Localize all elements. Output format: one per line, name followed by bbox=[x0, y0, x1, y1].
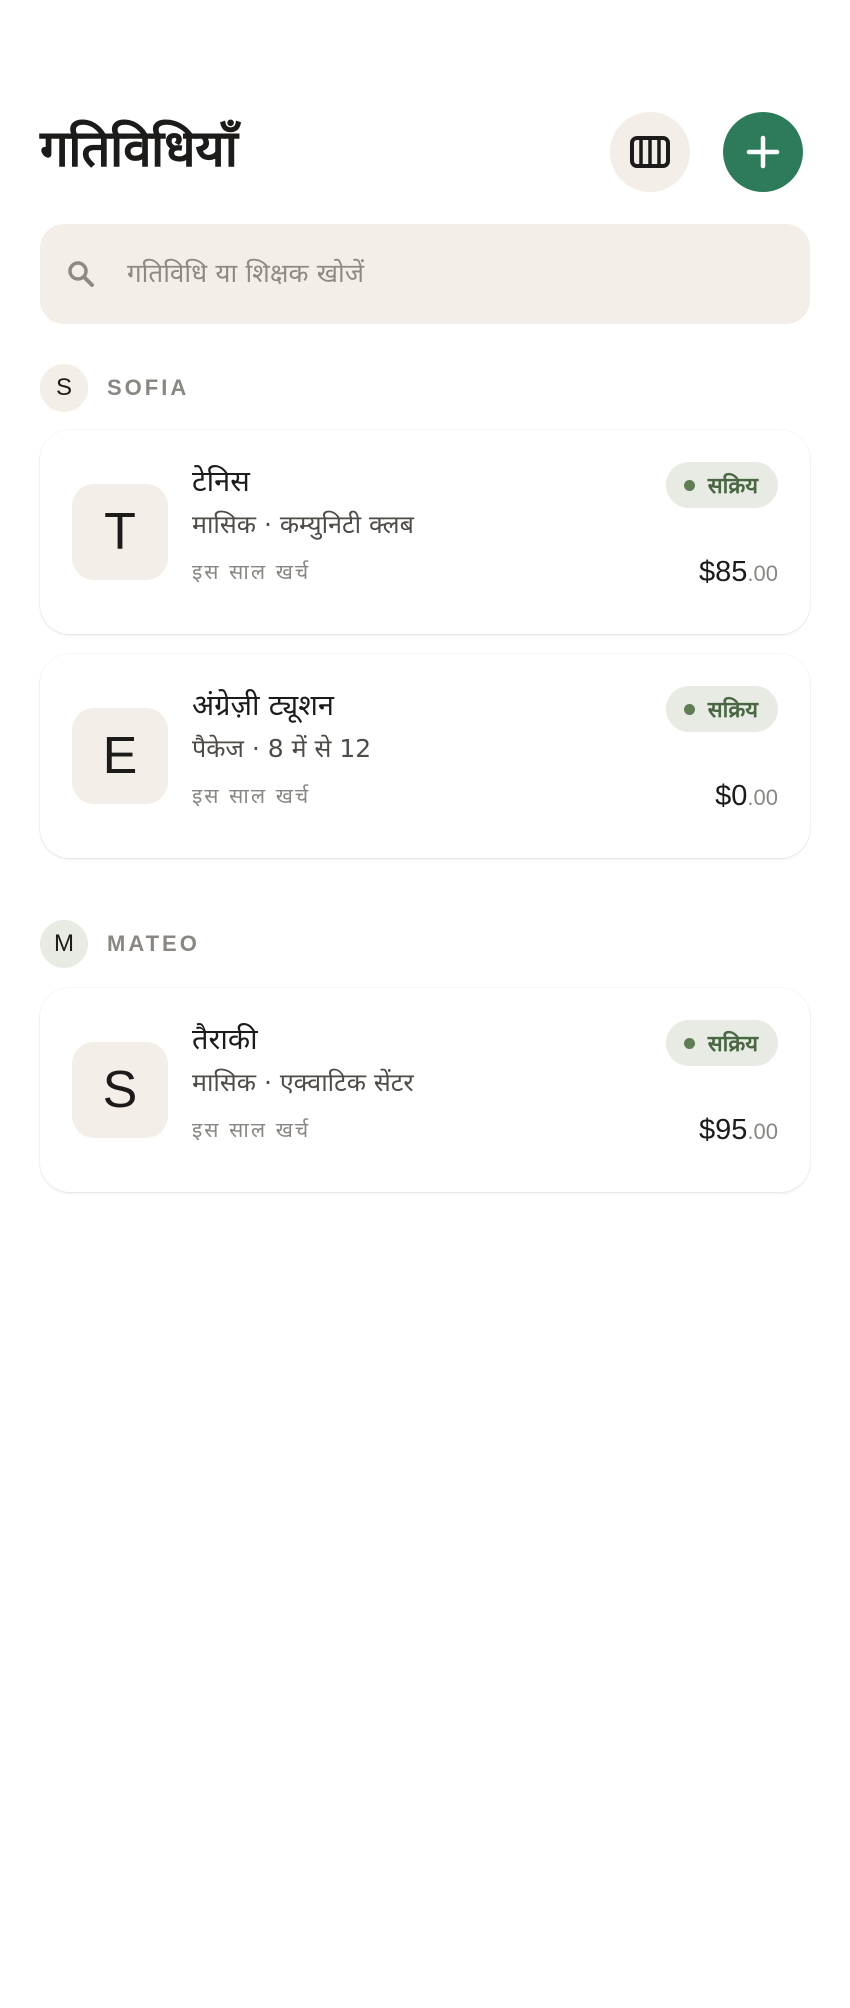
spent-this-year-label: इस साल खर्च bbox=[192, 560, 311, 584]
search-input[interactable] bbox=[113, 224, 807, 324]
amount-cents: .00 bbox=[747, 1119, 778, 1144]
avatar: M bbox=[40, 920, 88, 968]
status-dot-icon bbox=[683, 703, 695, 715]
activity-initial-tile: E bbox=[72, 708, 168, 804]
activity-initial-tile: S bbox=[72, 1042, 168, 1138]
activity-initial-tile: T bbox=[72, 484, 168, 580]
amount-spent: $0.00 bbox=[715, 780, 778, 813]
person-name: MATEO bbox=[107, 931, 200, 956]
search-bar bbox=[40, 224, 810, 324]
activity-subtitle: मासिक · एक्वाटिक सेंटर bbox=[192, 1068, 414, 1097]
grid-columns-icon bbox=[630, 136, 670, 168]
spent-this-year-label: इस साल खर्च bbox=[192, 1118, 311, 1142]
person-header-sofia: S SOFIA bbox=[40, 364, 189, 412]
activity-card-swimming[interactable]: S तैराकी मासिक · एक्वाटिक सेंटर इस साल ख… bbox=[40, 988, 810, 1192]
activity-title: टेनिस bbox=[192, 464, 250, 498]
status-badge[interactable]: सक्रिय bbox=[665, 1020, 778, 1066]
status-badge[interactable]: सक्रिय bbox=[665, 462, 778, 508]
activity-title: तैराकी bbox=[192, 1022, 258, 1056]
activity-card-tennis[interactable]: T टेनिस मासिक · कम्युनिटी क्लब इस साल खर… bbox=[40, 430, 810, 634]
status-text: सक्रिय bbox=[707, 474, 758, 499]
status-text: सक्रिय bbox=[707, 698, 758, 723]
person-name: SOFIA bbox=[107, 375, 190, 400]
person-header-mateo: M MATEO bbox=[40, 920, 200, 968]
status-dot-icon bbox=[683, 479, 695, 491]
status-badge[interactable]: सक्रिय bbox=[665, 686, 778, 732]
amount-cents: .00 bbox=[747, 561, 778, 586]
amount-spent: $95.00 bbox=[699, 1114, 778, 1147]
activity-card-english-tuition[interactable]: E अंग्रेज़ी ट्यूशन पैकेज · 8 में से 12 इ… bbox=[40, 654, 810, 858]
page-title: गतिविधियाँ bbox=[40, 120, 238, 179]
amount-spent: $85.00 bbox=[699, 556, 778, 589]
plus-icon bbox=[746, 135, 780, 169]
amount-main: $95 bbox=[699, 1114, 748, 1146]
activity-subtitle: पैकेज · 8 में से 12 bbox=[192, 734, 372, 763]
activity-title: अंग्रेज़ी ट्यूशन bbox=[192, 688, 335, 722]
header: गतिविधियाँ bbox=[40, 112, 810, 194]
grid-view-button[interactable] bbox=[610, 112, 690, 192]
activity-subtitle: मासिक · कम्युनिटी क्लब bbox=[192, 510, 414, 539]
amount-main: $85 bbox=[699, 556, 748, 588]
status-dot-icon bbox=[683, 1037, 695, 1049]
avatar: S bbox=[40, 364, 88, 412]
status-text: सक्रिय bbox=[707, 1032, 758, 1057]
add-activity-button[interactable] bbox=[723, 112, 803, 192]
amount-main: $0 bbox=[715, 780, 748, 812]
spent-this-year-label: इस साल खर्च bbox=[192, 784, 311, 808]
amount-cents: .00 bbox=[747, 785, 778, 810]
search-icon bbox=[68, 261, 94, 287]
